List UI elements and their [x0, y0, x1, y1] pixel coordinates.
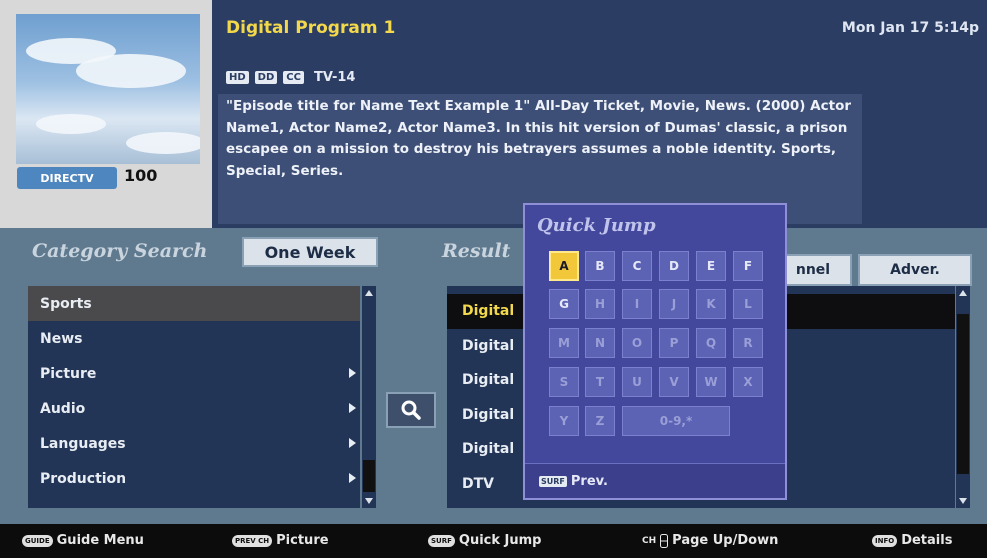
quick-jump-footer: SURF Prev. — [525, 463, 785, 498]
result-scroll-thumb[interactable] — [957, 314, 969, 474]
hint-picture: PREV CH Picture — [232, 533, 329, 548]
key-digits[interactable]: 0-9,* — [622, 406, 730, 436]
category-label: Sports — [40, 295, 92, 312]
result-heading: Result — [442, 240, 511, 262]
program-thumbnail — [16, 14, 200, 164]
quick-jump-popup: Quick Jump A B C D E F G H I J K L M N O… — [523, 203, 787, 500]
hint-quick-jump: SURF Quick Jump — [428, 533, 542, 548]
key-m[interactable]: M — [549, 328, 579, 358]
date-time: Mon Jan 17 5:14p — [841, 20, 979, 36]
time-range-button[interactable]: One Week — [242, 237, 378, 267]
key-x[interactable]: X — [733, 367, 763, 397]
search-icon — [401, 400, 421, 420]
surf-button-icon: SURF — [428, 534, 455, 547]
hint-guide-menu: GUIDE Guide Menu — [22, 533, 144, 548]
cc-badge: CC — [283, 71, 304, 84]
category-label: News — [40, 330, 83, 347]
hint-label: Details — [901, 533, 953, 548]
category-item-picture[interactable]: Picture — [28, 356, 360, 391]
channel-number: 100 — [124, 166, 158, 185]
key-y[interactable]: Y — [549, 406, 579, 436]
key-r[interactable]: R — [733, 328, 763, 358]
key-a[interactable]: A — [549, 251, 579, 281]
category-label: Production — [40, 470, 127, 487]
key-e[interactable]: E — [696, 251, 726, 281]
category-list: Sports News Picture Audio Languages Prod… — [28, 286, 360, 508]
hint-label: Quick Jump — [458, 533, 542, 548]
surf-button-icon: SURF — [539, 475, 567, 487]
key-u[interactable]: U — [622, 367, 652, 397]
chevron-right-icon — [349, 473, 356, 483]
category-item-news[interactable]: News — [28, 321, 360, 356]
key-s[interactable]: S — [549, 367, 579, 397]
chevron-right-icon — [349, 403, 356, 413]
category-label: Audio — [40, 400, 86, 417]
quick-jump-title: Quick Jump — [537, 215, 656, 236]
chevron-right-icon — [349, 438, 356, 448]
category-search-heading: Category Search — [32, 240, 208, 262]
key-j[interactable]: J — [659, 289, 689, 319]
category-label: Languages — [40, 435, 126, 452]
ch-rocker-icon: CH — [642, 535, 657, 546]
key-h[interactable]: H — [585, 289, 615, 319]
key-t[interactable]: T — [585, 367, 615, 397]
hint-bar: GUIDE Guide Menu PREV CH Picture SURF Qu… — [0, 524, 987, 558]
prev-ch-button-icon: PREV CH — [232, 534, 273, 547]
category-scroll-thumb[interactable] — [363, 460, 375, 492]
category-item-languages[interactable]: Languages — [28, 426, 360, 461]
key-c[interactable]: C — [622, 251, 652, 281]
program-meta: HD DD CC TV-14 — [226, 70, 355, 85]
category-item-audio[interactable]: Audio — [28, 391, 360, 426]
key-g[interactable]: G — [549, 289, 579, 319]
key-b[interactable]: B — [585, 251, 615, 281]
key-v[interactable]: V — [659, 367, 689, 397]
search-button[interactable] — [386, 392, 436, 428]
program-title: Digital Program 1 — [226, 18, 396, 38]
hint-label: Guide Menu — [56, 533, 144, 548]
chevron-right-icon — [349, 368, 356, 378]
key-w[interactable]: W — [696, 367, 726, 397]
adver-column-button[interactable]: Adver. — [858, 254, 972, 286]
brand-logo: DIRECTV — [17, 167, 117, 189]
rating-label: TV-14 — [313, 70, 356, 85]
key-i[interactable]: I — [622, 289, 652, 319]
prev-label: Prev. — [570, 473, 608, 489]
hint-label: Page Up/Down — [672, 533, 779, 548]
category-label: Picture — [40, 365, 97, 382]
key-k[interactable]: K — [696, 289, 726, 319]
guide-button-icon: GUIDE — [22, 534, 53, 547]
info-button-icon: INFO — [872, 534, 898, 547]
key-p[interactable]: P — [659, 328, 689, 358]
key-q[interactable]: Q — [696, 328, 726, 358]
hint-page-up-down: CH Page Up/Down — [642, 533, 778, 548]
hint-details: INFO Details — [872, 533, 952, 548]
key-l[interactable]: L — [733, 289, 763, 319]
category-item-sports[interactable]: Sports — [28, 286, 360, 321]
key-n[interactable]: N — [585, 328, 615, 358]
hint-label: Picture — [276, 533, 329, 548]
key-z[interactable]: Z — [585, 406, 615, 436]
dolby-badge: DD — [254, 71, 278, 84]
hd-badge: HD — [226, 71, 249, 84]
key-d[interactable]: D — [659, 251, 689, 281]
key-o[interactable]: O — [622, 328, 652, 358]
updown-icon — [660, 533, 669, 548]
category-item-production[interactable]: Production — [28, 461, 360, 496]
key-f[interactable]: F — [733, 251, 763, 281]
